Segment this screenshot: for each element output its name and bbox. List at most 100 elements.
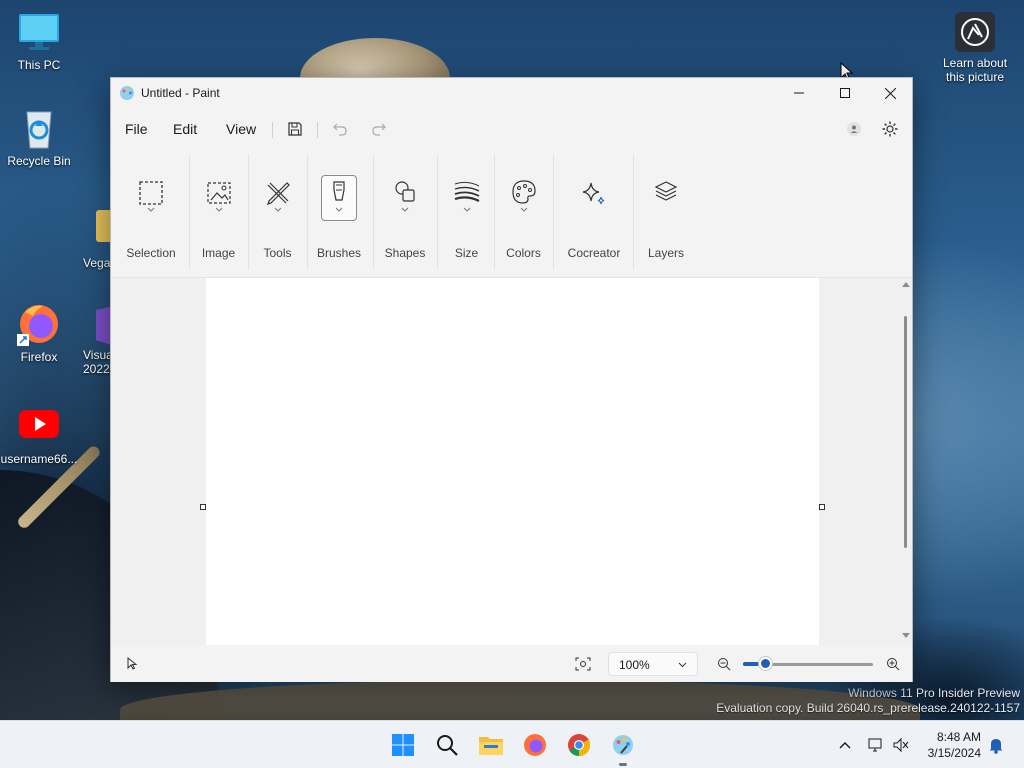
- bell-icon: [989, 739, 1003, 754]
- zoom-in-icon: [887, 658, 900, 671]
- recycle-bin-icon: [17, 106, 61, 150]
- title-bar[interactable]: Untitled - Paint: [111, 78, 912, 108]
- fit-screen-icon: [575, 657, 591, 671]
- user-avatar-icon: [847, 122, 861, 136]
- vertical-scrollbar[interactable]: [900, 278, 912, 645]
- resize-handle-right[interactable]: [819, 504, 825, 510]
- drawing-canvas[interactable]: [206, 278, 819, 645]
- chevron-down-icon: [401, 207, 409, 212]
- ribbon-brushes[interactable]: Brushes: [309, 150, 369, 274]
- file-explorer-icon: [479, 737, 503, 755]
- menu-edit[interactable]: Edit: [173, 121, 197, 137]
- line-size-icon: [449, 175, 485, 221]
- account-button[interactable]: [843, 118, 865, 140]
- volume-button[interactable]: [891, 735, 911, 755]
- chevron-down-icon: [520, 207, 527, 212]
- ribbon-shapes[interactable]: Shapes: [375, 150, 435, 274]
- clock-date: 3/15/2024: [927, 746, 981, 760]
- paint-window: Untitled - Paint File Edit View Selectio…: [110, 77, 913, 682]
- desktop-icon-recycle-bin[interactable]: Recycle Bin: [0, 106, 78, 168]
- chrome-taskbar-button[interactable]: [565, 731, 593, 759]
- maximize-button[interactable]: [822, 78, 868, 108]
- ribbon-label: Shapes: [384, 246, 426, 260]
- ribbon-label: Cocreator: [567, 246, 621, 260]
- palette-icon: [506, 175, 542, 221]
- notifications-button[interactable]: [986, 735, 1006, 755]
- ribbon-tools[interactable]: Tools: [250, 150, 305, 274]
- window-title: Untitled - Paint: [141, 86, 220, 100]
- canvas-area: [111, 278, 912, 645]
- ribbon-colors[interactable]: Colors: [496, 150, 551, 274]
- tools-icon: [260, 175, 296, 221]
- menu-divider: [317, 122, 318, 138]
- close-button[interactable]: [867, 78, 913, 108]
- ribbon-label: Tools: [263, 246, 292, 260]
- chevron-down-icon: [147, 207, 155, 212]
- shapes-icon: [387, 175, 423, 221]
- ribbon-divider: [189, 154, 190, 270]
- ribbon-cocreator[interactable]: Cocreator: [555, 150, 633, 274]
- desktop-icon-learn-about-picture[interactable]: Learn about this picture: [936, 12, 1014, 84]
- status-bar: 100%: [111, 645, 912, 682]
- search-icon: [437, 735, 458, 756]
- save-button[interactable]: [284, 118, 306, 140]
- zoom-slider-thumb[interactable]: [759, 657, 772, 670]
- chevron-up-icon: [839, 742, 851, 749]
- youtube-icon: [17, 404, 61, 448]
- close-icon: [884, 87, 896, 99]
- zoom-in-button[interactable]: [883, 653, 903, 675]
- zoom-out-button[interactable]: [714, 653, 734, 675]
- desktop-icon-youtube[interactable]: username66...: [0, 404, 78, 466]
- menu-file[interactable]: File: [125, 121, 148, 137]
- speaker-muted-icon: [893, 737, 909, 753]
- file-explorer-button[interactable]: [477, 731, 505, 759]
- firefox-taskbar-button[interactable]: [521, 731, 549, 759]
- redo-button[interactable]: [368, 118, 390, 140]
- layers-icon: [648, 175, 684, 221]
- chrome-icon: [568, 734, 590, 756]
- ribbon-divider: [494, 154, 495, 270]
- ribbon-selection[interactable]: Selection: [121, 150, 181, 274]
- desktop-icon-label: Recycle Bin: [7, 154, 71, 168]
- image-icon: [201, 175, 237, 221]
- desktop-icon-label: This PC: [17, 58, 61, 72]
- zoom-out-icon: [718, 658, 731, 671]
- menu-divider: [272, 122, 273, 138]
- undo-button[interactable]: [329, 118, 351, 140]
- taskbar: 8:48 AM 3/15/2024: [0, 720, 1024, 768]
- settings-button[interactable]: [879, 118, 901, 140]
- clock[interactable]: 8:48 AM 3/15/2024: [928, 729, 981, 761]
- desktop-icon-label: Learn about this picture: [942, 56, 1008, 84]
- scroll-down-icon[interactable]: [902, 633, 910, 639]
- menu-view[interactable]: View: [226, 121, 256, 137]
- zoom-dropdown[interactable]: 100%: [608, 652, 698, 676]
- minimize-button[interactable]: [776, 78, 822, 108]
- network-button[interactable]: [866, 735, 886, 755]
- paint-taskbar-button[interactable]: [609, 731, 637, 759]
- desktop-icon-this-pc[interactable]: This PC: [0, 10, 78, 72]
- chevron-down-icon: [678, 662, 687, 668]
- clock-time: 8:48 AM: [936, 730, 981, 744]
- desktop-icon-label: Firefox: [20, 350, 58, 364]
- fit-to-window-button[interactable]: [571, 653, 595, 675]
- save-icon: [288, 122, 302, 136]
- chevron-down-icon: [274, 207, 281, 212]
- ribbon-label: Selection: [126, 246, 176, 260]
- ribbon-image[interactable]: Image: [191, 150, 246, 274]
- brush-icon: [321, 175, 357, 221]
- start-button[interactable]: [389, 731, 417, 759]
- ribbon-label: Image: [201, 246, 236, 260]
- resize-handle-left[interactable]: [200, 504, 206, 510]
- chevron-down-icon: [335, 207, 343, 212]
- search-button[interactable]: [433, 731, 461, 759]
- show-hidden-icons-button[interactable]: [835, 735, 855, 755]
- ribbon-layers[interactable]: Layers: [635, 150, 697, 274]
- desktop-icon-firefox[interactable]: Firefox: [0, 302, 78, 364]
- zoom-value: 100%: [619, 658, 650, 672]
- undo-icon: [333, 123, 347, 136]
- scrollbar-thumb[interactable]: [904, 316, 907, 548]
- ribbon-size[interactable]: Size: [439, 150, 494, 274]
- ribbon-divider: [373, 154, 374, 270]
- scroll-up-icon[interactable]: [902, 281, 910, 287]
- maximize-icon: [840, 88, 850, 98]
